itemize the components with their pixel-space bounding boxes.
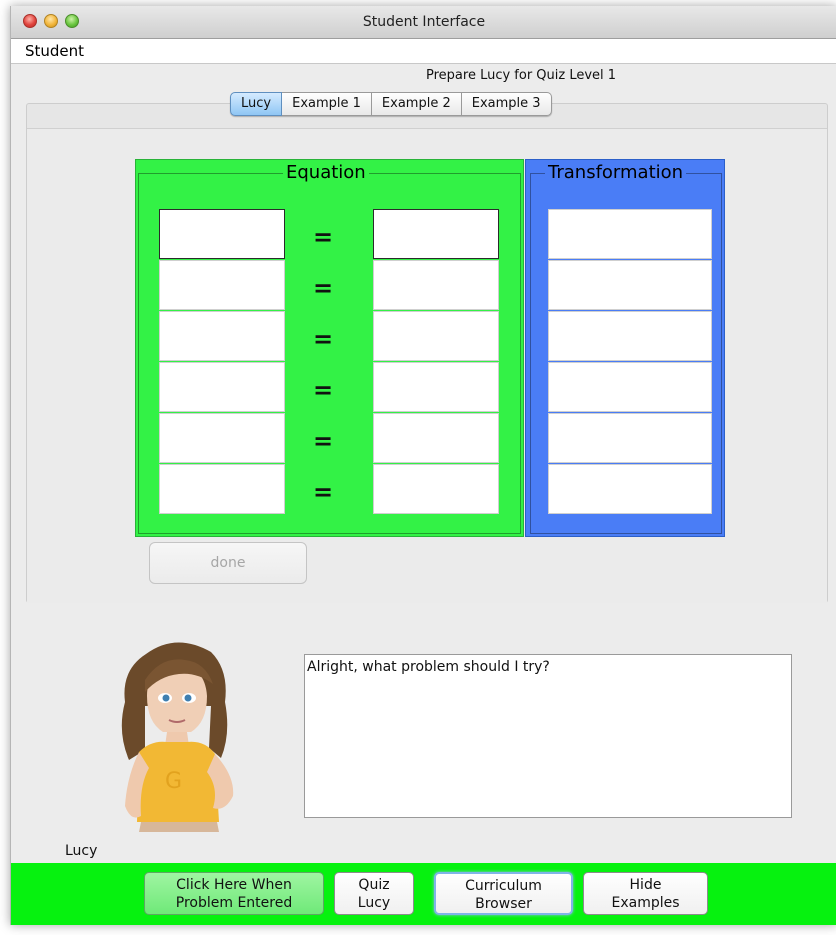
equation-left-cell-5[interactable] — [159, 413, 285, 463]
equation-left-cell-6[interactable] — [159, 464, 285, 514]
equation-right-cell-3[interactable] — [373, 311, 499, 361]
title-bar: Student Interface — [11, 6, 836, 39]
equation-left-cell-1[interactable] — [159, 209, 285, 259]
equation-left-cell-2[interactable] — [159, 260, 285, 310]
tab-example-3[interactable]: Example 3 — [461, 92, 552, 116]
done-button[interactable]: done — [149, 542, 307, 584]
tab-example-2[interactable]: Example 2 — [371, 92, 462, 116]
menu-bar: Student — [11, 39, 836, 64]
quiz-level-label: Prepare Lucy for Quiz Level 1 — [426, 68, 617, 83]
hide-examples-button-line2: Examples — [611, 895, 680, 911]
equation-right-cell-1[interactable] — [373, 209, 499, 259]
transformation-cell-3[interactable] — [548, 311, 712, 361]
problem-entered-button[interactable]: Click Here When Problem Entered — [144, 872, 324, 915]
curriculum-browser-button-line2: Browser — [475, 896, 532, 912]
tab-bar: Lucy Example 1 Example 2 Example 3 — [230, 92, 552, 116]
equation-right-cell-2[interactable] — [373, 260, 499, 310]
svg-text:G: G — [165, 769, 182, 794]
quiz-lucy-button-line2: Lucy — [357, 895, 391, 911]
equals-sign: = — [312, 325, 334, 353]
equation-right-cell-6[interactable] — [373, 464, 499, 514]
transformation-cell-5[interactable] — [548, 413, 712, 463]
curriculum-browser-button[interactable]: Curriculum Browser — [434, 872, 573, 915]
problem-entered-button-line2: Problem Entered — [175, 895, 293, 911]
equals-sign: = — [312, 274, 334, 302]
transformation-cell-6[interactable] — [548, 464, 712, 514]
menu-student[interactable]: Student — [25, 42, 84, 60]
quiz-lucy-button[interactable]: Quiz Lucy — [334, 872, 414, 915]
avatar-name-label: Lucy — [65, 843, 98, 859]
transformation-title: Transformation — [545, 162, 687, 184]
transformation-cell-2[interactable] — [548, 260, 712, 310]
hide-examples-button-line1: Hide — [629, 877, 662, 893]
window-title: Student Interface — [362, 14, 486, 30]
equation-right-cell-4[interactable] — [373, 362, 499, 412]
tab-lucy[interactable]: Lucy — [230, 92, 283, 116]
transformation-cell-4[interactable] — [548, 362, 712, 412]
equals-sign: = — [312, 478, 334, 506]
lucy-speech-box: Alright, what problem should I try? — [304, 654, 792, 818]
bottom-toolbar: Click Here When Problem Entered Quiz Luc… — [11, 863, 836, 925]
lucy-avatar: G — [121, 642, 234, 832]
equation-title: Equation — [283, 162, 369, 184]
equals-sign: = — [312, 427, 334, 455]
quiz-lucy-button-line1: Quiz — [358, 877, 390, 893]
equation-right-cell-5[interactable] — [373, 413, 499, 463]
hide-examples-button[interactable]: Hide Examples — [583, 872, 708, 915]
equals-sign: = — [312, 223, 334, 251]
equals-sign: = — [312, 376, 334, 404]
transformation-cell-1[interactable] — [548, 209, 712, 259]
curriculum-browser-button-line1: Curriculum — [465, 878, 542, 894]
equation-left-cell-4[interactable] — [159, 362, 285, 412]
problem-entered-button-line1: Click Here When — [176, 877, 292, 893]
student-interface-window: Student Interface Student Prepare Lucy f… — [10, 6, 836, 925]
tab-example-1[interactable]: Example 1 — [282, 92, 372, 116]
equation-left-cell-3[interactable] — [159, 311, 285, 361]
